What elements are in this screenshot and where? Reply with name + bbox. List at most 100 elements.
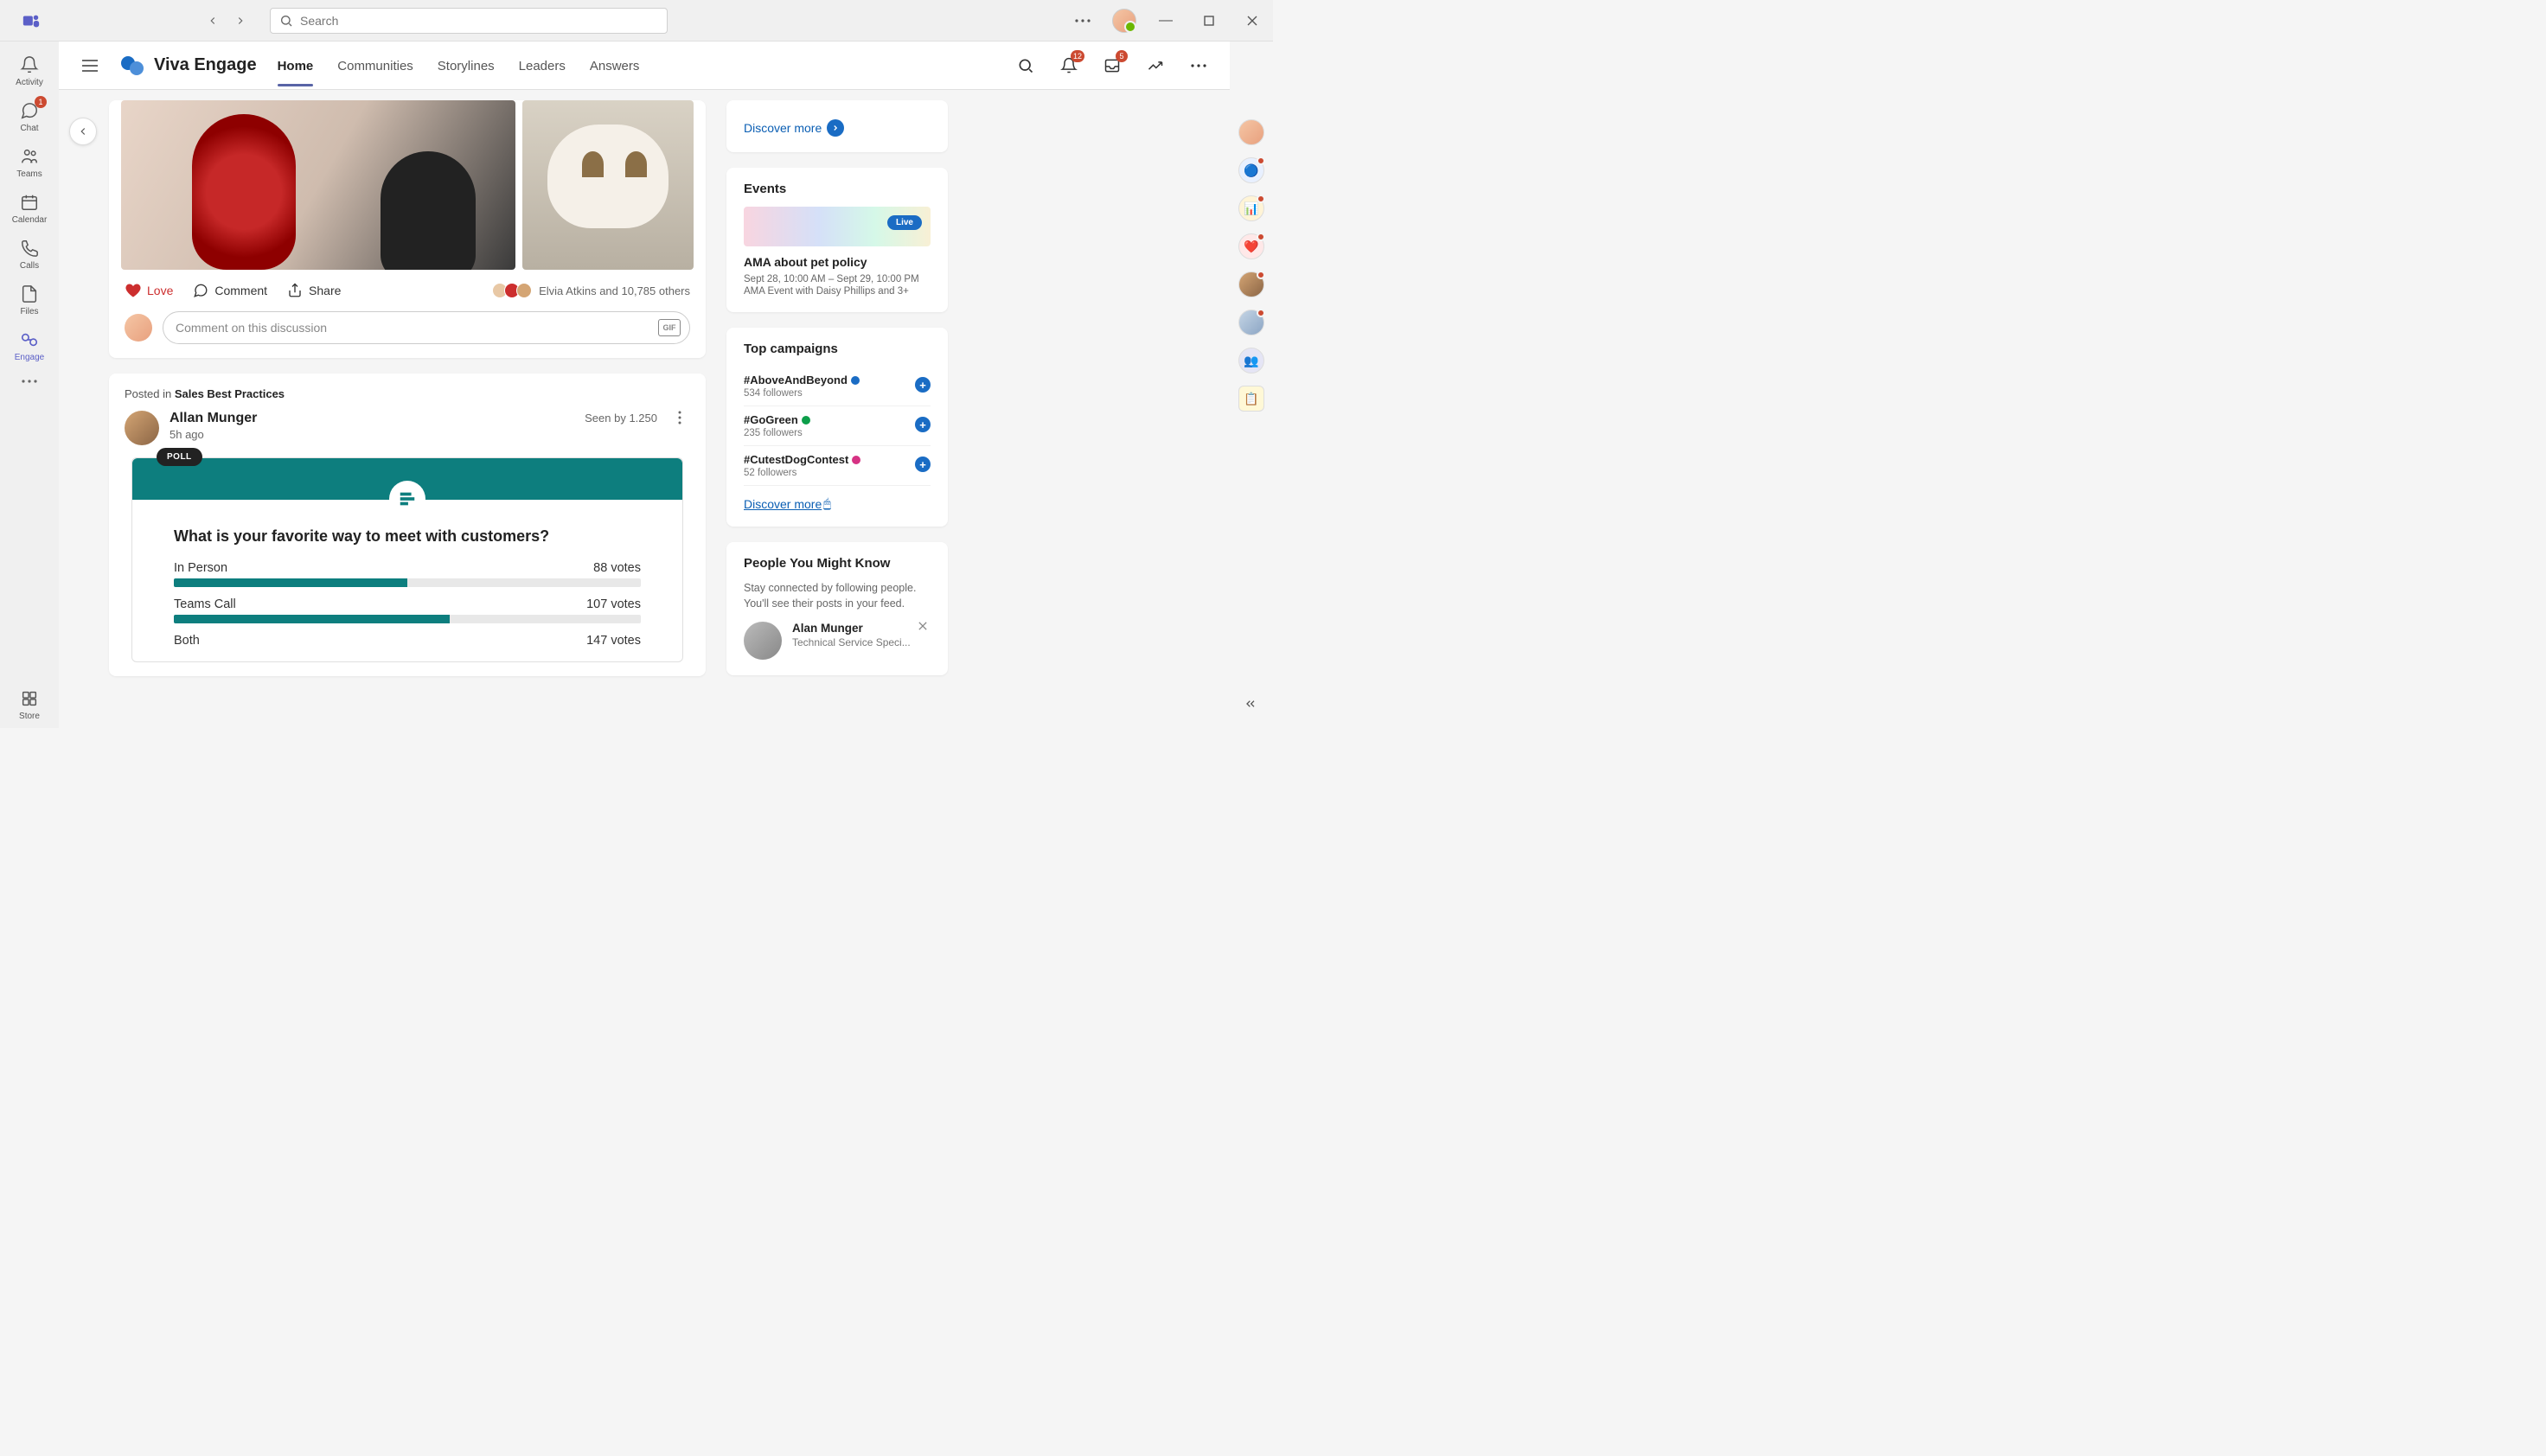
author-avatar[interactable] [125, 411, 159, 445]
file-icon [20, 284, 39, 303]
share-button[interactable]: Share [286, 282, 341, 299]
share-icon [286, 282, 304, 299]
discover-more-link[interactable]: Discover more [744, 119, 931, 137]
header-more-icon[interactable] [1183, 50, 1214, 81]
rail-calendar[interactable]: Calendar [5, 186, 54, 232]
rail-engage[interactable]: Engage [5, 323, 54, 369]
calendar-icon [20, 193, 39, 212]
add-campaign-button[interactable]: + [915, 377, 931, 393]
post-time: 5h ago [170, 428, 257, 441]
nav-arrows [201, 9, 253, 33]
cursor-icon: 🖱 [823, 496, 830, 511]
rr-item-4[interactable] [1238, 271, 1264, 297]
rr-item-7[interactable]: 📋 [1238, 386, 1264, 412]
poll-option-1[interactable]: Teams Call107 votes [174, 597, 641, 623]
live-badge: Live [887, 215, 922, 230]
profile-avatar[interactable] [1112, 9, 1136, 33]
poll-badge: POLL [157, 448, 202, 466]
inbox-badge: 5 [1116, 50, 1128, 62]
close-icon[interactable] [1238, 7, 1266, 35]
verify-dot-icon [802, 416, 810, 425]
rail-chat[interactable]: 1 Chat [5, 94, 54, 140]
header-analytics-icon[interactable] [1140, 50, 1171, 81]
back-button[interactable] [201, 9, 225, 33]
commenter-avatar [125, 314, 152, 342]
events-card: Events Live AMA about pet policy Sept 28… [726, 168, 948, 312]
post-image-2[interactable] [522, 100, 694, 270]
header-tabs: Home Communities Storylines Leaders Answ… [278, 44, 640, 86]
verify-dot-icon [851, 376, 860, 385]
forward-button[interactable] [228, 9, 253, 33]
rr-item-copilot[interactable]: 🔵 [1238, 157, 1264, 183]
pymk-person[interactable]: Alan Munger Technical Service Speci... [744, 622, 931, 660]
header-notifications-icon[interactable]: 12 [1053, 50, 1084, 81]
person-name: Alan Munger [792, 622, 911, 635]
people-icon [20, 147, 39, 166]
rr-item-2[interactable]: 📊 [1238, 195, 1264, 221]
events-title: Events [744, 182, 931, 196]
dismiss-person-icon[interactable] [915, 618, 931, 634]
phone-icon [20, 239, 39, 258]
feed-post-1: Love Comment Share [109, 100, 706, 358]
rr-item-3[interactable]: ❤️ [1238, 233, 1264, 259]
campaign-item-1[interactable]: #GoGreen 235 followers + [744, 406, 931, 446]
post-image-1[interactable] [121, 100, 515, 270]
tab-home[interactable]: Home [278, 44, 314, 86]
seen-by-count[interactable]: Seen by 1.250 [585, 412, 657, 425]
collapse-sidebar-button[interactable] [69, 118, 97, 145]
rail-more[interactable] [5, 373, 54, 390]
poll-icon [389, 481, 425, 517]
reaction-cluster[interactable] [496, 283, 532, 298]
rr-item-6[interactable]: 👥 [1238, 348, 1264, 374]
love-button[interactable]: Love [125, 282, 173, 299]
chevron-right-icon [827, 119, 844, 137]
event-banner[interactable]: Live [744, 207, 931, 246]
content-area: Viva Engage Home Communities Storylines … [59, 42, 1230, 728]
more-options-icon[interactable] [1069, 7, 1097, 35]
reactions-summary[interactable]: Elvia Atkins and 10,785 others [539, 284, 690, 297]
community-link[interactable]: Sales Best Practices [175, 387, 285, 400]
expand-rail-button[interactable] [1240, 693, 1261, 714]
rr-item-5[interactable] [1238, 310, 1264, 335]
gif-button[interactable]: GIF [658, 319, 681, 336]
rail-files[interactable]: Files [5, 278, 54, 323]
search-icon [279, 14, 293, 28]
engage-icon [20, 330, 39, 349]
header-search-icon[interactable] [1010, 50, 1041, 81]
post-more-icon[interactable] [669, 411, 690, 425]
minimize-icon[interactable]: — [1152, 7, 1180, 35]
header-inbox-icon[interactable]: 5 [1097, 50, 1128, 81]
author-name[interactable]: Allan Munger [170, 411, 257, 426]
campaign-item-2[interactable]: #CutestDogContest 52 followers + [744, 446, 931, 486]
store-icon [20, 689, 39, 708]
comment-input[interactable]: Comment on this discussion GIF [163, 311, 690, 344]
comment-button[interactable]: Comment [192, 282, 267, 299]
event-time: Sept 28, 10:00 AM – Sept 29, 10:00 PM [744, 274, 931, 284]
app-rail: Activity 1 Chat Teams Calendar Calls Fil… [0, 42, 59, 728]
campaigns-discover-more-link[interactable]: Discover more 🖱 [744, 496, 931, 511]
tab-leaders[interactable]: Leaders [519, 44, 566, 86]
rail-activity[interactable]: Activity [5, 48, 54, 94]
rail-store[interactable]: Store [5, 682, 54, 728]
feed-post-2: Posted in Sales Best Practices Allan Mun… [109, 374, 706, 676]
rail-teams[interactable]: Teams [5, 140, 54, 186]
poll-option-2[interactable]: Both147 votes [174, 634, 641, 648]
campaign-item-0[interactable]: #AboveAndBeyond 534 followers + [744, 367, 931, 406]
tab-storylines[interactable]: Storylines [438, 44, 495, 86]
teams-logo-icon [17, 7, 45, 35]
search-box[interactable] [270, 8, 668, 34]
search-input[interactable] [300, 14, 658, 28]
discover-card: Discover more [726, 100, 948, 152]
engage-header: Viva Engage Home Communities Storylines … [59, 42, 1230, 90]
tab-answers[interactable]: Answers [590, 44, 640, 86]
poll-option-0[interactable]: In Person88 votes [174, 561, 641, 587]
hamburger-icon[interactable] [74, 50, 106, 81]
maximize-icon[interactable] [1195, 7, 1223, 35]
comment-icon [192, 282, 209, 299]
add-campaign-button[interactable]: + [915, 417, 931, 432]
rr-avatar[interactable] [1238, 119, 1264, 145]
add-campaign-button[interactable]: + [915, 457, 931, 472]
rail-calls[interactable]: Calls [5, 232, 54, 278]
tab-communities[interactable]: Communities [337, 44, 413, 86]
event-title[interactable]: AMA about pet policy [744, 255, 931, 269]
